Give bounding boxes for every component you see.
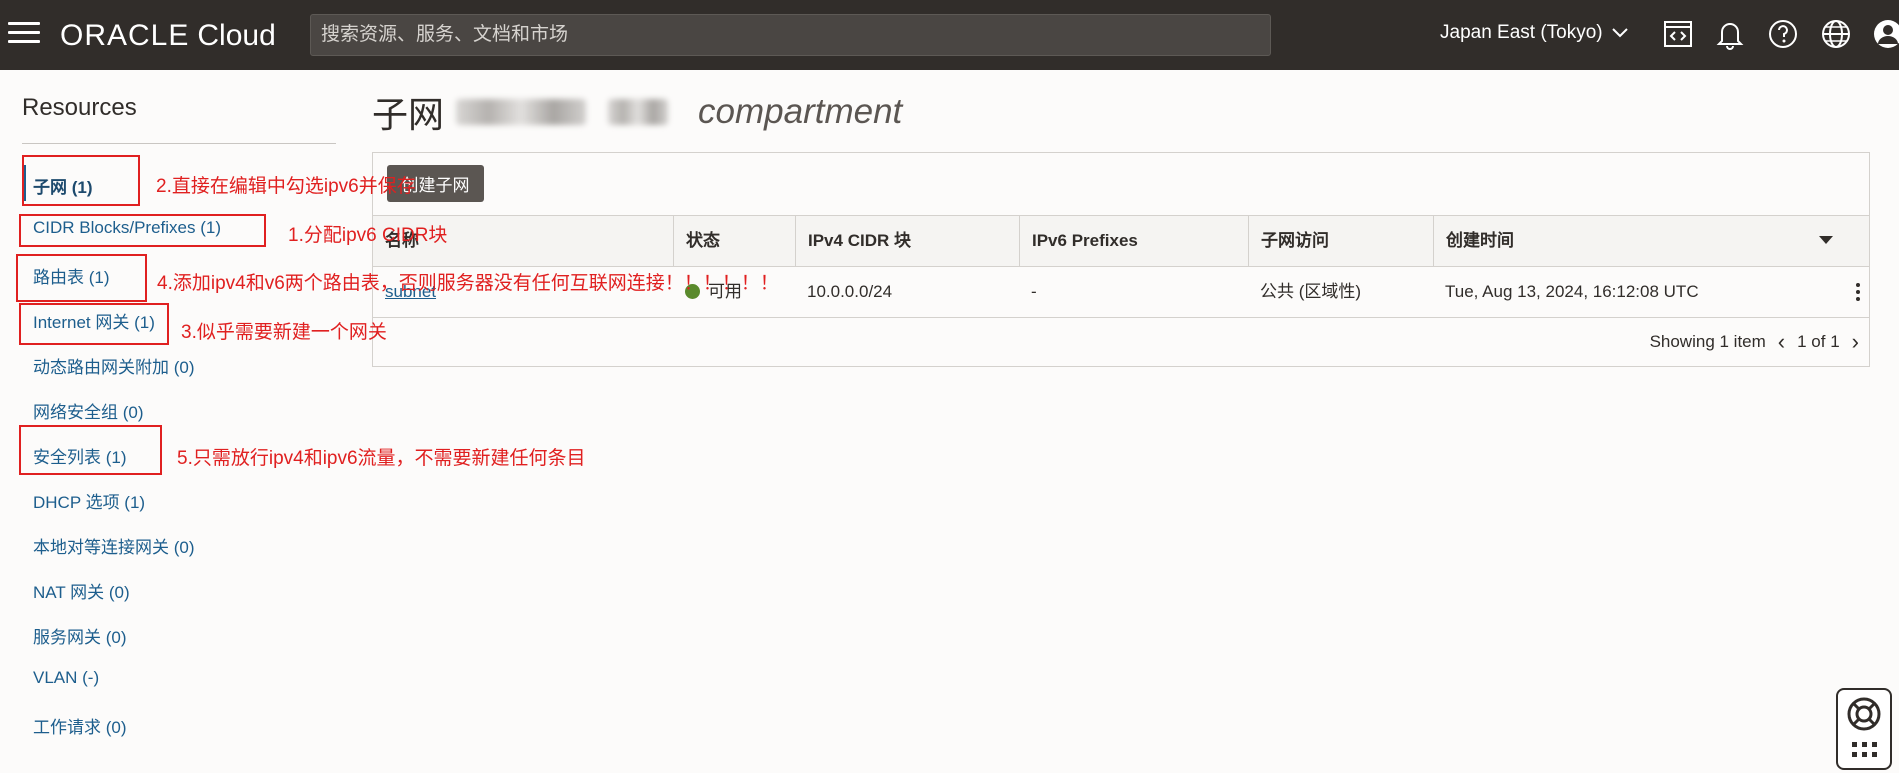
annotation-box-route-tables bbox=[16, 254, 147, 302]
row-actions-icon[interactable] bbox=[1855, 283, 1861, 301]
lifebuoy-icon bbox=[1847, 697, 1881, 757]
region-selector[interactable]: Japan East (Tokyo) bbox=[1440, 22, 1629, 44]
sidebar-item-drg-attachments[interactable]: 动态路由网关附加 (0) bbox=[33, 353, 195, 378]
resources-heading: Resources bbox=[22, 94, 137, 121]
top-navigation-bar: ORACLE Cloud Japan East (Tokyo) bbox=[0, 0, 1899, 70]
sort-dropdown-icon[interactable] bbox=[1819, 236, 1833, 244]
table-header: 名称 状态 IPv4 CIDR 块 IPv6 Prefixes 子网访问 创建时… bbox=[373, 215, 1869, 267]
column-header-created[interactable]: 创建时间 bbox=[1433, 216, 1869, 266]
next-page-icon[interactable]: › bbox=[1852, 331, 1859, 353]
sidebar-item-service-gateways[interactable]: 服务网关 (0) bbox=[33, 623, 127, 648]
annotation-box-security-lists bbox=[19, 425, 162, 475]
code-editor-icon[interactable] bbox=[1660, 16, 1696, 52]
sidebar-item-network-security-groups[interactable]: 网络安全组 (0) bbox=[33, 398, 144, 423]
page-indicator: 1 of 1 bbox=[1797, 332, 1840, 351]
divider bbox=[22, 143, 336, 144]
annotation-box-internet-gateway bbox=[19, 303, 169, 345]
annotation-3: 3.似乎需要新建一个网关 bbox=[181, 322, 387, 343]
sidebar-item-dhcp-options[interactable]: DHCP 选项 (1) bbox=[33, 488, 145, 513]
help-icon[interactable] bbox=[1765, 16, 1801, 52]
subnets-table: 创建子网 名称 状态 IPv4 CIDR 块 IPv6 Prefixes 子网访… bbox=[372, 152, 1870, 367]
annotation-1: 1.分配ipv6 CIDR块 bbox=[288, 225, 448, 246]
user-avatar-icon[interactable] bbox=[1870, 16, 1899, 52]
page-title: 子网 compartment bbox=[372, 86, 902, 138]
search-input[interactable] bbox=[310, 14, 1271, 56]
redacted-block bbox=[456, 99, 587, 125]
annotation-2: 2.直接在编辑中勾选ipv6并保存 bbox=[156, 176, 416, 197]
column-header-status[interactable]: 状态 bbox=[673, 216, 795, 266]
cell-access: 公共 (区域性) bbox=[1260, 282, 1362, 301]
bell-icon[interactable] bbox=[1712, 16, 1748, 52]
sidebar-item-vlans[interactable]: VLAN (-) bbox=[33, 668, 99, 688]
logo-cloud-text: Cloud bbox=[197, 19, 276, 52]
cell-ipv6: - bbox=[1031, 282, 1037, 301]
annotation-box-subnets bbox=[22, 155, 140, 206]
page-title-text: 子网 bbox=[372, 94, 445, 135]
pagination: Showing 1 item ‹ 1 of 1 › bbox=[1650, 331, 1859, 353]
showing-count: Showing 1 item bbox=[1649, 332, 1766, 351]
column-header-ipv4-cidr[interactable]: IPv4 CIDR 块 bbox=[795, 216, 1019, 266]
annotation-box-cidr bbox=[19, 214, 266, 247]
prev-page-icon[interactable]: ‹ bbox=[1778, 331, 1785, 353]
menu-icon[interactable] bbox=[8, 22, 40, 46]
annotation-5: 5.只需放行ipv4和ipv6流量，不需要新建任何条目 bbox=[177, 448, 586, 469]
logo-oracle-text: ORACLE bbox=[60, 19, 190, 52]
annotation-4: 4.添加ipv4和v6两个路由表，否则服务器没有任何互联网连接！！！！！！ bbox=[157, 273, 779, 294]
chevron-down-icon bbox=[1611, 28, 1628, 38]
oracle-cloud-logo[interactable]: ORACLE Cloud bbox=[60, 19, 276, 53]
sidebar-item-local-peering-gateways[interactable]: 本地对等连接网关 (0) bbox=[33, 533, 195, 558]
globe-icon[interactable] bbox=[1818, 16, 1854, 52]
cell-created: Tue, Aug 13, 2024, 16:12:08 UTC bbox=[1445, 282, 1699, 301]
sidebar-item-work-requests[interactable]: 工作请求 (0) bbox=[33, 713, 127, 738]
page-title-compartment: compartment bbox=[698, 92, 903, 131]
cell-ipv4: 10.0.0.0/24 bbox=[807, 282, 893, 301]
column-header-ipv6-prefixes[interactable]: IPv6 Prefixes bbox=[1019, 216, 1248, 266]
region-label: Japan East (Tokyo) bbox=[1440, 22, 1603, 43]
sidebar-item-nat-gateways[interactable]: NAT 网关 (0) bbox=[33, 578, 130, 603]
column-header-subnet-access[interactable]: 子网访问 bbox=[1248, 216, 1433, 266]
help-widget[interactable] bbox=[1836, 688, 1892, 770]
redacted-block bbox=[608, 99, 669, 125]
